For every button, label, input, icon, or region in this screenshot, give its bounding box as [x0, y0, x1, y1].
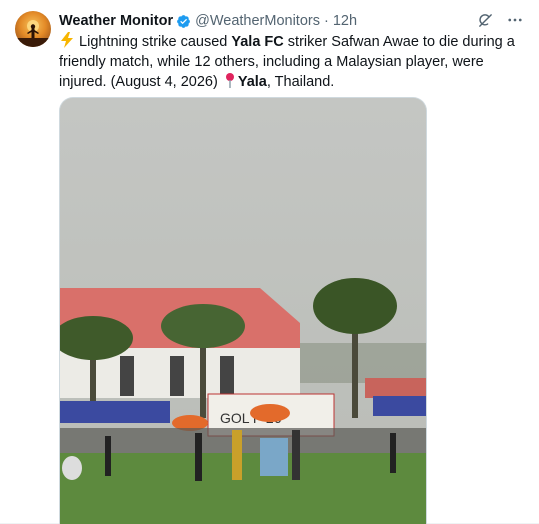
tweet-text: Lightning strike caused Yala FC striker …	[59, 32, 527, 92]
hashtag-yala-fc: Yala FC	[231, 34, 284, 50]
author-name[interactable]: Weather Monitor	[59, 13, 173, 29]
location-yala: Yala	[237, 74, 267, 90]
tweet-text-part3: , Thailand.	[266, 74, 335, 90]
lightning-emoji	[59, 32, 75, 52]
pin-emoji	[222, 72, 238, 92]
tweet-media-video[interactable]: GOL P 26'	[59, 97, 427, 524]
media-scene: GOL P 26'	[60, 98, 426, 524]
tweet-text-part1: Lightning strike caused	[75, 34, 232, 50]
verified-badge-icon[interactable]	[176, 14, 191, 29]
tweet-header: Weather Monitor @WeatherMonitors · 12h	[59, 12, 357, 30]
tweet-card[interactable]: Weather Monitor @WeatherMonitors · 12h L…	[0, 0, 539, 524]
separator-dot: ·	[323, 13, 329, 29]
silhouette-sunset-icon	[15, 20, 51, 47]
more-options-icon[interactable]	[505, 10, 525, 30]
author-avatar[interactable]	[15, 11, 51, 47]
author-handle[interactable]: @WeatherMonitors	[195, 13, 320, 29]
grok-icon[interactable]	[475, 10, 495, 30]
tweet-timestamp[interactable]: 12h	[333, 13, 357, 29]
tweet-actions	[475, 10, 525, 30]
